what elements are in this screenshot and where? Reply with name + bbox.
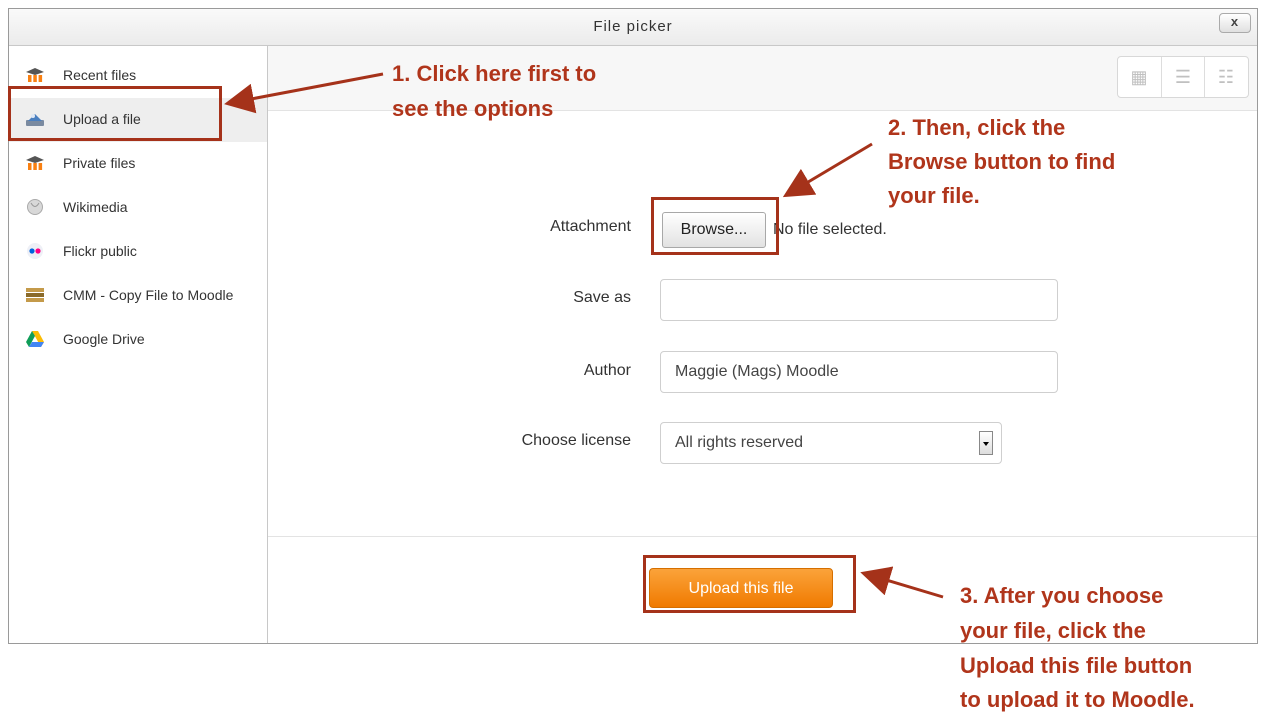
arrow-step3 — [860, 566, 944, 599]
arrow-step1 — [224, 72, 384, 114]
annotation-step2-line3: your file. — [888, 183, 980, 208]
annotation-step2-line2: Browse button to find — [888, 149, 1116, 174]
annotation-step3-line4: to upload it to Moodle. — [960, 687, 1195, 712]
annotation-step1-line1: 1. Click here first to — [392, 61, 597, 86]
annotation-step2-line1: 2. Then, click the — [888, 115, 1066, 140]
annotation-step3-line1: 3. After you choose — [960, 583, 1164, 608]
arrow-step2 — [782, 142, 873, 198]
annotation-step1-line2: see the options — [392, 96, 554, 121]
annotation-step3-line3: Upload this file button — [960, 653, 1193, 678]
annotation-step3-line2: your file, click the — [960, 618, 1146, 643]
